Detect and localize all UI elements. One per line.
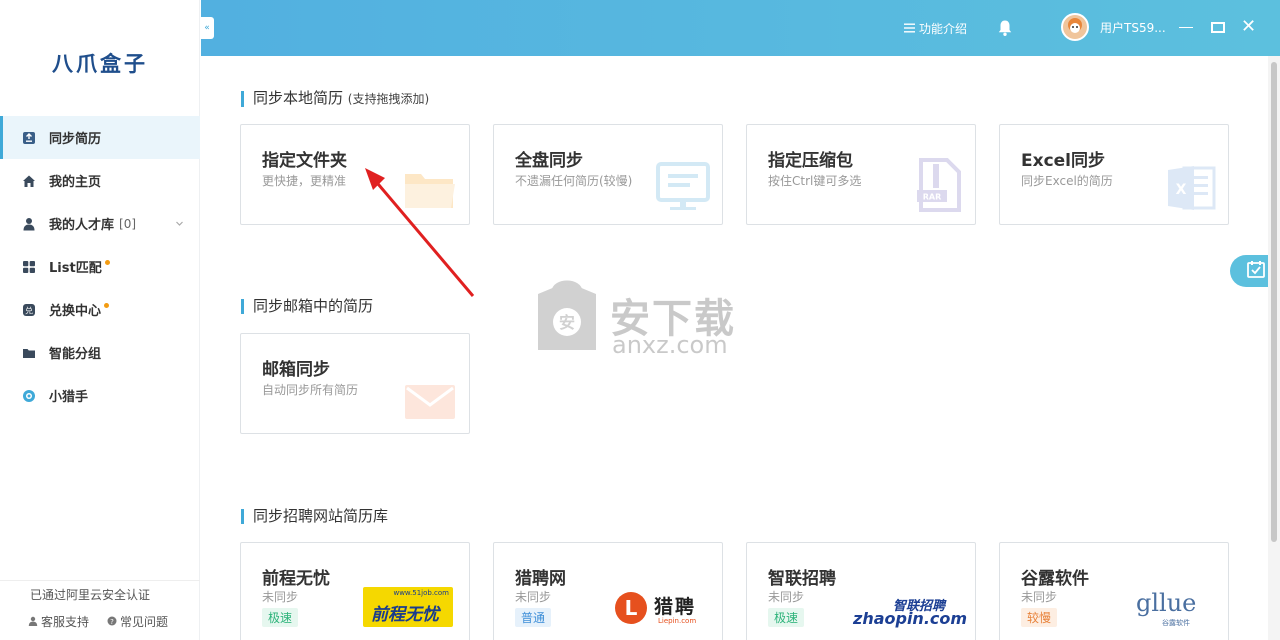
svg-text:RAR: RAR [923,193,942,202]
sidebar-item-label: 我的主页 [49,175,102,190]
watermark: 安 安下载 anxz.com [530,276,750,366]
sidebar-item-smart-group[interactable]: 智能分组 [0,331,200,374]
bell-icon[interactable] [997,19,1013,41]
security-certification: 已通过阿里云安全认证 [30,588,151,602]
card-full-disk-sync[interactable]: 全盘同步 不遗漏任何简历(较慢) [493,124,723,225]
notification-dot [104,303,110,308]
help-icon: ? [107,615,117,629]
notification-dot [104,260,110,265]
card-zhaopin[interactable]: 智联招聘 未同步 极速 智联招聘 zhaopin.com [746,542,976,640]
sidebar-item-label: 小猎手 [49,390,89,405]
app-logo: 八爪盒子 [52,52,148,76]
card-51job[interactable]: 前程无忧 未同步 极速 www.51job.com 前程无忧 [240,542,470,640]
home-icon [22,174,36,188]
51job-logo: www.51job.com 前程无忧 [363,587,453,627]
card-specify-archive[interactable]: 指定压缩包 按住Ctrl键可多选 RAR [746,124,976,225]
scrollbar-thumb[interactable] [1271,62,1277,542]
gllue-logo: gllue 谷露软件 [1136,589,1197,627]
sidebar-item-label: 兑换中心 [49,304,102,319]
feature-intro-button[interactable]: 功能介绍 [904,20,967,37]
talent-count: [0] [119,216,137,231]
person-icon [28,615,38,629]
calendar-check-icon [1246,260,1266,282]
grid-icon [22,260,36,274]
section-local-title: 同步本地简历 (支持拖拽添加) [241,91,429,107]
liepin-logo: L 猎聘 Liepin.com [614,591,710,631]
svg-text:兑: 兑 [25,305,33,315]
svg-text:X: X [1176,182,1187,198]
sidebar-item-home[interactable]: 我的主页 [0,159,200,202]
sidebar-item-label: 我的人才库 [49,218,115,233]
sidebar-item-hunter[interactable]: 小猎手 [0,374,200,417]
card-liepin[interactable]: 猎聘网 未同步 普通 L 猎聘 Liepin.com [493,542,723,640]
section-local-subtitle: (支持拖拽添加) [347,92,430,106]
collapse-sidebar-button[interactable]: « [200,17,214,39]
chevron-down-icon[interactable] [175,217,184,232]
double-chevron-left-icon: « [204,23,210,33]
close-button[interactable]: ✕ [1241,17,1256,37]
menu-icon [904,22,915,36]
minimize-button[interactable] [1179,27,1193,28]
person-icon [22,217,36,231]
sync-status: 未同步 [262,590,299,604]
sidebar-item-sync-resume[interactable]: 同步简历 [0,116,200,159]
support-links: 客服支持 ? 常见问题 [28,613,168,630]
upload-doc-icon [22,131,36,145]
sidebar-nav: 同步简历 我的主页 我的人才库 [0] List匹配 兑 兑换中心 智能分组 小… [0,116,200,417]
sidebar-item-list-match[interactable]: List匹配 [0,245,200,288]
rar-icon: RAR [915,158,963,216]
sync-status: 未同步 [515,590,552,604]
section-sites-title: 同步招聘网站简历库 [241,509,388,524]
sidebar-item-label: 同步简历 [49,132,102,147]
exchange-icon: 兑 [22,303,36,317]
card-gllue[interactable]: 谷露软件 未同步 较慢 gllue 谷露软件 [999,542,1229,640]
mail-icon [403,383,457,425]
monitor-icon [656,162,710,216]
faq-link[interactable]: ? 常见问题 [107,613,168,630]
sidebar-item-label: List匹配 [49,261,102,276]
username[interactable]: 用户TS59... [1100,19,1166,36]
avatar[interactable] [1061,13,1089,41]
top-header: 功能介绍 用户TS59... ✕ [201,0,1280,56]
zhaopin-logo: 智联招聘 zhaopin.com [853,599,968,628]
hunter-icon [22,389,36,403]
speed-tag: 较慢 [1021,608,1058,627]
maximize-button[interactable] [1211,22,1225,33]
sync-status: 未同步 [768,590,805,604]
card-excel-sync[interactable]: Excel同步 同步Excel的简历 X [999,124,1229,225]
sidebar: 八爪盒子 同步简历 我的主页 我的人才库 [0] List匹配 兑 兑换中心 智… [0,0,200,640]
speed-tag: 极速 [768,608,805,627]
card-email-sync[interactable]: 邮箱同步 自动同步所有简历 [240,333,470,434]
sidebar-item-label: 智能分组 [49,347,102,362]
svg-text:?: ? [110,618,114,626]
annotation-arrow [365,168,475,297]
svg-text:安: 安 [559,313,575,332]
sidebar-item-exchange[interactable]: 兑 兑换中心 [0,288,200,331]
speed-tag: 极速 [262,608,299,627]
speed-tag: 普通 [515,608,552,627]
sidebar-item-talent-pool[interactable]: 我的人才库 [0] [0,202,200,245]
vertical-scrollbar[interactable] [1268,56,1280,640]
excel-icon: X [1166,164,1216,216]
folder-icon [22,346,36,360]
shield-icon: 安 [538,280,596,350]
section-email-title: 同步邮箱中的简历 [241,299,373,314]
svg-text:L: L [625,596,638,620]
customer-support-link[interactable]: 客服支持 [28,613,89,630]
sync-status: 未同步 [1021,590,1058,604]
